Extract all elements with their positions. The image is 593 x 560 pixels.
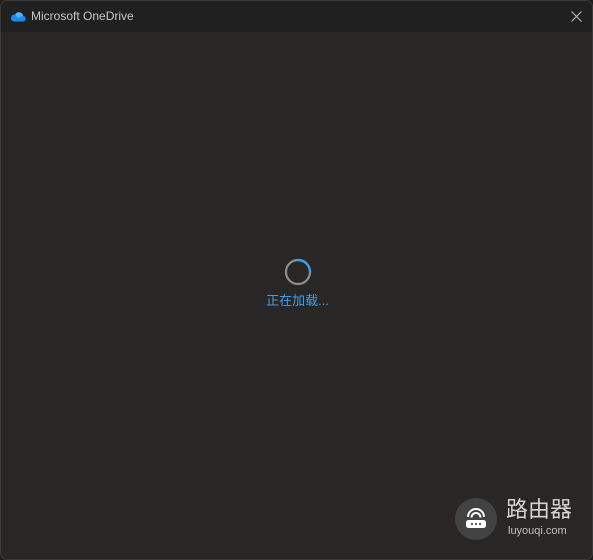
loading-status-text: 正在加载... (266, 293, 329, 308)
watermark-title: 路由器 (506, 498, 573, 523)
router-logo-icon (455, 498, 497, 540)
onedrive-window: Microsoft OneDrive 正在加载... 路由器 luyouqi.c… (0, 0, 593, 560)
onedrive-cloud-icon (10, 9, 26, 23)
close-button[interactable] (562, 1, 592, 32)
watermark: 路由器 luyouqi.com (455, 498, 585, 542)
title-bar[interactable]: Microsoft OneDrive (1, 1, 592, 32)
close-icon (571, 11, 582, 22)
window-title: Microsoft OneDrive (31, 9, 134, 23)
loading-area: 正在加载... (1, 257, 592, 309)
loading-spinner-icon (284, 258, 311, 286)
watermark-subtitle: luyouqi.com (508, 525, 567, 537)
